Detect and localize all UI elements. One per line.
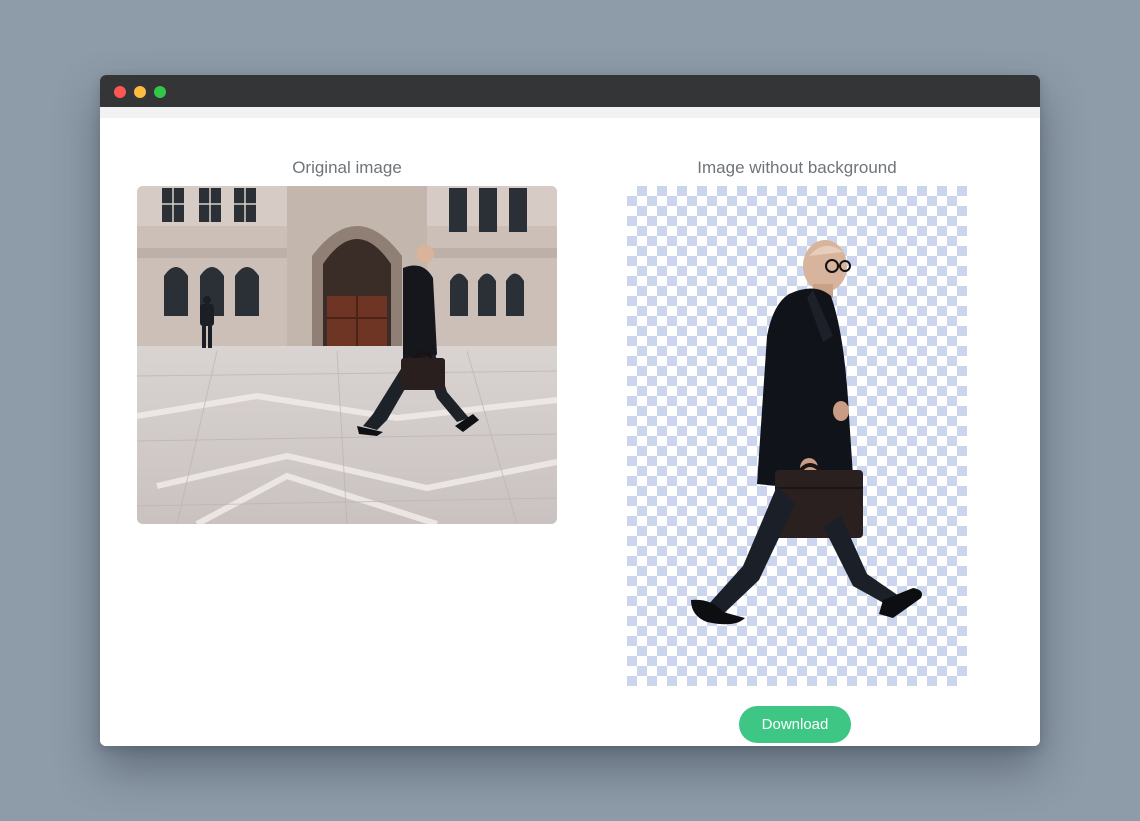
result-image-caption: Image without background [697,158,897,177]
minimize-window-button[interactable] [134,86,146,98]
close-window-button[interactable] [114,86,126,98]
original-image-caption: Original image [292,158,402,177]
original-image [137,186,557,524]
original-photo-illustration [137,186,557,524]
download-button[interactable]: Download [739,706,851,743]
page-content: Original image Image without background [100,118,1040,746]
cutout-person-illustration [691,240,922,625]
browser-window: Original image Image without background [100,75,1040,746]
background-removed-image [627,186,967,686]
zoom-window-button[interactable] [154,86,166,98]
toolbar-strip [100,107,1040,118]
window-titlebar [100,75,1040,107]
